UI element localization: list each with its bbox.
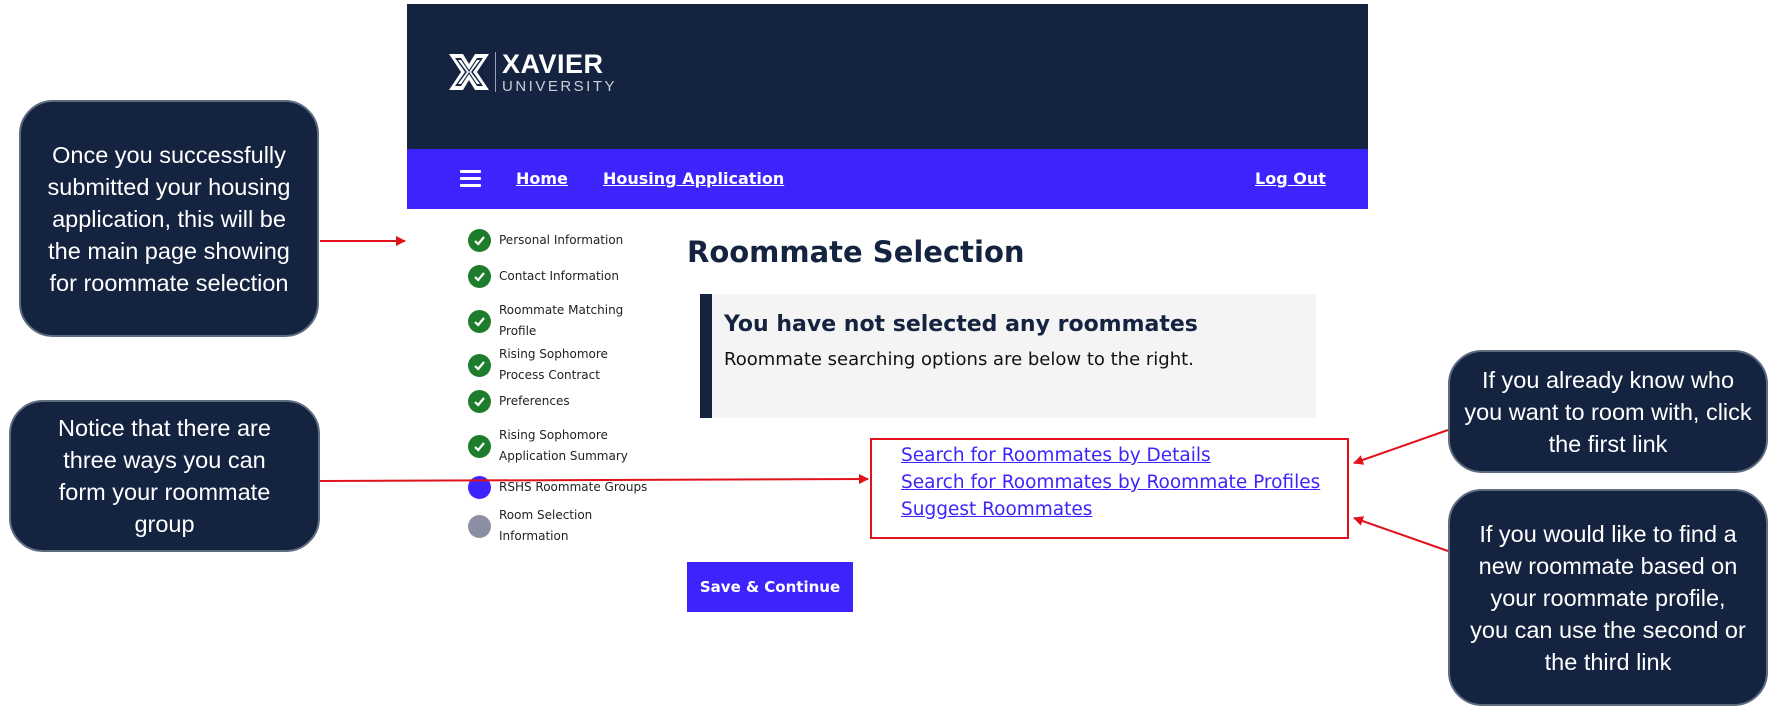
step-label: Preferences [499,394,570,408]
callout-text: If you already know who you want to room… [1464,366,1752,457]
step-contact-information[interactable]: Contact Information [468,265,619,288]
arrow-to-other-links [1353,516,1449,552]
suggest-roommates-link[interactable]: Suggest Roommates [901,499,1092,520]
step-label: Rising Sophomore Process Contract [499,347,608,382]
save-and-continue-button[interactable]: Save & Continue [687,562,853,612]
step-label: Personal Information [499,233,624,247]
step-label: Roommate Matching Profile [499,303,624,338]
callout-text: If you would like to find a new roommate… [1470,520,1746,675]
step-rshs-roommate-groups[interactable]: RSHS Roommate Groups [468,476,647,499]
logo-subtitle: UNIVERSITY [502,77,618,95]
no-roommates-notice: You have not selected any roommates Room… [700,294,1316,418]
callout-text: Notice that there are three ways you can… [58,415,271,537]
step-current-circle-icon [468,476,491,499]
main-navbar: Home Housing Application Log Out [407,149,1368,209]
xavier-x-logo-icon [449,54,489,90]
step-incomplete-circle-icon [468,514,491,538]
step-roommate-matching-profile[interactable]: Roommate Matching Profile [468,300,623,342]
step-label: Contact Information [499,269,619,283]
step-label: Rising Sophomore Application Summary [499,428,628,463]
callout-three-ways: Notice that there are three ways you can… [9,400,320,552]
step-room-selection-information[interactable]: Room Selection Information [468,505,592,547]
logo-name: XAVIER [502,48,604,79]
step-complete-check-icon [468,390,491,413]
logo-wordmark: XAVIER UNIVERSITY [502,48,618,95]
site-header: XAVIER UNIVERSITY [407,4,1368,149]
nav-log-out-link[interactable]: Log Out [1255,169,1326,188]
callout-text: Once you successfully submitted your hou… [47,141,291,296]
callout-first-link: If you already know who you want to room… [1448,350,1768,473]
housing-portal-page: XAVIER UNIVERSITY Home Housing Applicati… [407,4,1368,704]
step-rising-sophomore-process-contract[interactable]: Rising Sophomore Process Contract [468,344,608,386]
hamburger-menu-icon[interactable] [460,170,481,187]
logo-divider [495,52,496,92]
search-roommates-by-details-link[interactable]: Search for Roommates by Details [901,445,1211,466]
step-label: RSHS Roommate Groups [499,480,648,494]
roommate-search-links-highlight: Search for Roommates by Details Search f… [870,438,1349,539]
step-personal-information[interactable]: Personal Information [468,229,623,252]
step-complete-check-icon [468,309,491,333]
callout-second-third-link: If you would like to find a new roommate… [1448,489,1768,706]
step-complete-check-icon [468,353,491,377]
xavier-logo[interactable]: XAVIER UNIVERSITY [447,50,617,94]
nav-housing-application-link[interactable]: Housing Application [603,169,784,188]
step-preferences[interactable]: Preferences [468,390,570,413]
step-complete-check-icon [468,265,491,288]
callout-main-page: Once you successfully submitted your hou… [19,100,319,337]
notice-text: Roommate searching options are below to … [724,349,1194,370]
step-complete-check-icon [468,229,491,252]
step-rising-sophomore-application-summary[interactable]: Rising Sophomore Application Summary [468,425,628,467]
arrow-to-first-link [1353,429,1449,465]
nav-home-link[interactable]: Home [516,169,568,188]
notice-title: You have not selected any roommates [724,312,1198,337]
step-complete-check-icon [468,434,491,458]
step-label: Room Selection Information [499,508,593,543]
page-title: Roommate Selection [687,235,1025,269]
search-roommates-by-profiles-link[interactable]: Search for Roommates by Roommate Profile… [901,472,1320,493]
